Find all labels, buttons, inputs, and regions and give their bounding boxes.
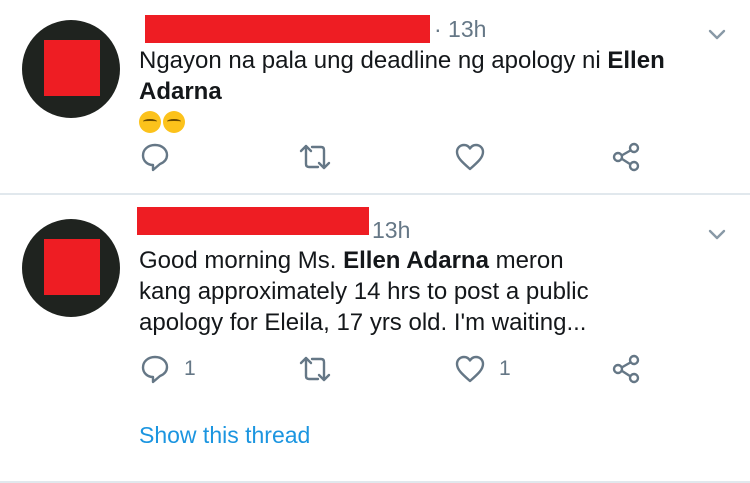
like-icon	[455, 143, 485, 171]
show-thread-link[interactable]: Show this thread	[139, 422, 310, 449]
chevron-down-icon[interactable]	[708, 229, 726, 241]
share-button[interactable]	[611, 351, 641, 387]
reply-icon	[141, 355, 169, 384]
tweet-actions: 1 1	[0, 351, 750, 391]
tweet-text: Good morning Ms. Ellen Adarna meron kang…	[139, 247, 589, 336]
retweet-icon	[299, 144, 331, 170]
username-redaction	[145, 15, 430, 43]
like-button[interactable]	[455, 139, 499, 175]
reply-icon	[141, 143, 169, 172]
avatar[interactable]	[22, 20, 120, 118]
username-redaction	[137, 207, 369, 235]
tweet-text-body: Ngayon na pala ung deadline ng apology n…	[139, 47, 608, 74]
tweet-text-body: Good morning Ms.	[139, 247, 344, 274]
tweet-text: Ngayon na pala ung deadline ng apology n…	[139, 45, 739, 138]
avatar-redaction	[44, 239, 100, 295]
reply-count: 1	[184, 357, 196, 380]
like-button[interactable]: 1	[455, 351, 511, 387]
reply-button[interactable]: 1	[140, 351, 196, 387]
chevron-down-icon[interactable]	[708, 29, 726, 41]
retweet-icon	[299, 356, 331, 382]
thinking-face-emoji	[163, 111, 185, 133]
retweet-button[interactable]	[298, 351, 346, 387]
share-button[interactable]	[611, 139, 641, 175]
like-icon	[455, 355, 485, 383]
timestamp[interactable]: 13h	[372, 216, 410, 244]
share-icon	[612, 354, 640, 384]
share-icon	[612, 142, 640, 172]
mention[interactable]: Ellen Adarna	[343, 247, 489, 274]
tweet[interactable]: · 13h Ngayon na pala ung deadline ng apo…	[0, 0, 750, 193]
avatar[interactable]	[22, 219, 120, 317]
tweet[interactable]: 13h Good morning Ms. Ellen Adarna meron …	[0, 196, 750, 483]
timestamp[interactable]: · 13h	[434, 15, 486, 43]
tweet-divider	[0, 193, 750, 195]
reply-button[interactable]	[140, 139, 184, 175]
tweet-actions	[0, 139, 750, 179]
avatar-redaction	[44, 40, 100, 96]
retweet-button[interactable]	[298, 139, 346, 175]
like-count: 1	[499, 357, 511, 380]
thinking-face-emoji	[139, 111, 161, 133]
